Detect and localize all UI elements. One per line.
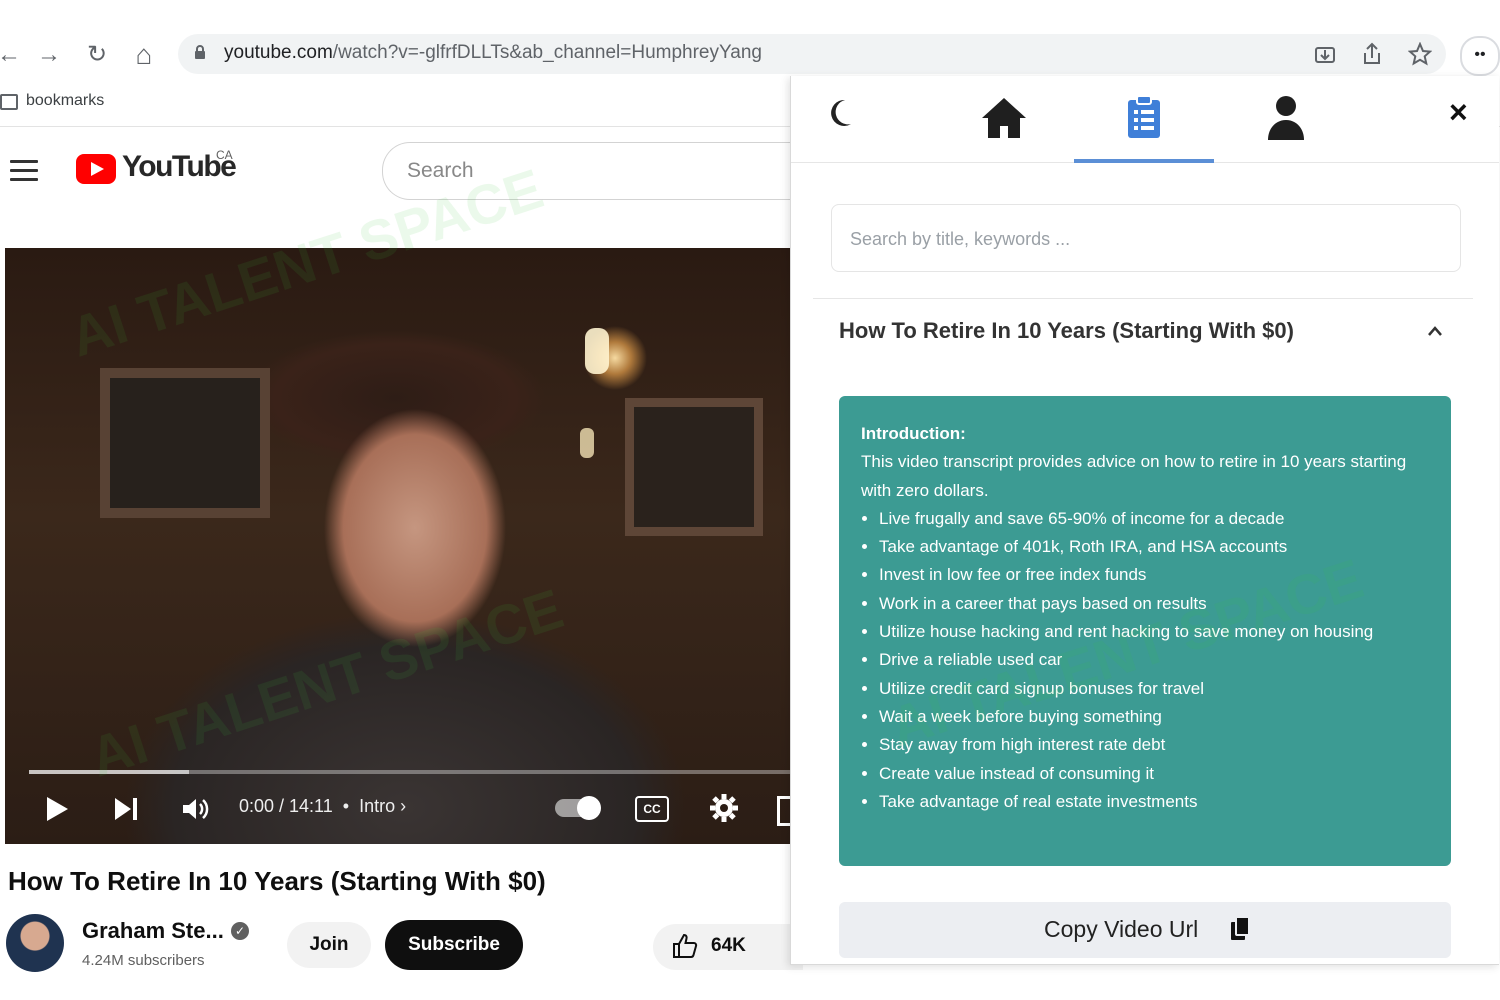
time-display: 0:00 / 14:11 • Intro › bbox=[239, 796, 407, 816]
summary-bullet-list: Live frugally and save 65-90% of income … bbox=[861, 505, 1431, 816]
next-icon[interactable] bbox=[113, 796, 139, 827]
menu-icon[interactable] bbox=[10, 160, 38, 187]
channel-avatar[interactable] bbox=[6, 914, 64, 972]
thumbs-up-icon bbox=[671, 932, 699, 967]
time-text: 0:00 / 14:11 bbox=[239, 796, 333, 816]
like-button[interactable]: 64K bbox=[653, 924, 803, 970]
join-button[interactable]: Join bbox=[287, 922, 371, 968]
tab-profile[interactable] bbox=[1216, 76, 1356, 162]
wall-frame bbox=[625, 398, 763, 536]
copy-icon bbox=[1229, 916, 1250, 940]
chapter-chevron-icon[interactable]: › bbox=[400, 796, 406, 816]
youtube-logo-icon[interactable] bbox=[76, 154, 116, 184]
captions-icon[interactable]: CC bbox=[635, 796, 669, 822]
reload-icon[interactable]: ↻ bbox=[82, 40, 112, 70]
country-code: CA bbox=[216, 148, 233, 162]
tab-summaries[interactable] bbox=[1074, 76, 1214, 162]
share-icon[interactable] bbox=[1362, 42, 1382, 71]
home-icon[interactable]: ⌂ bbox=[129, 40, 159, 70]
settings-gear-icon[interactable] bbox=[709, 793, 739, 828]
summary-search-field[interactable] bbox=[831, 204, 1461, 272]
video-player[interactable]: 0:00 / 14:11 • Intro › CC bbox=[5, 248, 795, 844]
verified-icon: ✓ bbox=[231, 922, 249, 940]
list-item: Utilize credit card signup bonuses for t… bbox=[879, 675, 1431, 703]
list-item: Create value instead of consuming it bbox=[879, 760, 1431, 788]
bookmark-star-icon[interactable] bbox=[1407, 41, 1433, 71]
wall-frame bbox=[100, 368, 270, 518]
summary-item-title[interactable]: How To Retire In 10 Years (Starting With… bbox=[839, 318, 1294, 344]
youtube-search-placeholder: Search bbox=[407, 159, 474, 182]
lamp-light bbox=[580, 428, 594, 458]
url-host: youtube.com bbox=[224, 42, 333, 63]
lamp-light bbox=[585, 328, 609, 374]
buffered-bar bbox=[29, 770, 189, 774]
lock-icon[interactable] bbox=[194, 44, 206, 60]
list-item: Utilize house hacking and rent hacking t… bbox=[879, 618, 1431, 646]
progress-bar[interactable] bbox=[29, 770, 795, 774]
summary-search-input[interactable] bbox=[848, 223, 1442, 255]
tab-home[interactable] bbox=[934, 76, 1074, 162]
subscribe-button[interactable]: Subscribe bbox=[385, 920, 523, 970]
list-item: Work in a career that pays based on resu… bbox=[879, 590, 1431, 618]
copy-video-url-label: Copy Video Url bbox=[1044, 916, 1199, 942]
summary-card: Introduction: This video transcript prov… bbox=[839, 396, 1451, 866]
list-item: Live frugally and save 65-90% of income … bbox=[879, 505, 1431, 533]
list-item: Take advantage of 401k, Roth IRA, and HS… bbox=[879, 533, 1431, 561]
folder-icon bbox=[0, 94, 18, 110]
collapse-chevron-icon[interactable] bbox=[1427, 320, 1443, 343]
list-item: Drive a reliable used car bbox=[879, 646, 1431, 674]
url-path: /watch?v=-glfrfDLLTs&ab_channel=Humphrey… bbox=[332, 42, 762, 63]
play-icon[interactable] bbox=[45, 796, 69, 827]
list-item: Stay away from high interest rate debt bbox=[879, 731, 1431, 759]
summary-heading: Introduction: bbox=[861, 424, 966, 443]
forward-icon[interactable]: → bbox=[34, 40, 64, 70]
panel-tab-bar: × bbox=[791, 76, 1499, 163]
copy-video-url-button[interactable]: Copy Video Url bbox=[839, 902, 1451, 958]
back-icon[interactable]: ← bbox=[0, 40, 24, 70]
youtube-search-input[interactable]: Search bbox=[382, 142, 823, 200]
volume-icon[interactable] bbox=[181, 796, 211, 827]
video-title: How To Retire In 10 Years (Starting With… bbox=[8, 866, 546, 896]
summary-extension-panel: × How To Retire In 10 Years (Starting Wi… bbox=[790, 76, 1499, 965]
subscriber-count: 4.24M subscribers bbox=[82, 952, 205, 969]
divider bbox=[813, 298, 1473, 299]
summary-intro: This video transcript provides advice on… bbox=[861, 452, 1407, 500]
active-tab-indicator bbox=[1074, 159, 1214, 163]
autoplay-toggle[interactable] bbox=[555, 796, 601, 820]
bookmarks-folder[interactable]: bookmarks bbox=[26, 92, 104, 120]
url-text[interactable]: youtube.com/watch?v=-glfrfDLLTs&ab_chann… bbox=[224, 42, 762, 64]
dark-mode-moon-icon[interactable] bbox=[827, 98, 853, 133]
close-icon[interactable]: × bbox=[1449, 94, 1468, 131]
channel-name[interactable]: Graham Ste... bbox=[82, 918, 224, 944]
install-app-icon[interactable] bbox=[1314, 44, 1336, 71]
chapter-label[interactable]: Intro bbox=[359, 796, 395, 816]
like-count: 64K bbox=[711, 935, 746, 956]
list-item: Invest in low fee or free index funds bbox=[879, 561, 1431, 589]
list-item: Take advantage of real estate investment… bbox=[879, 788, 1431, 816]
extension-icon[interactable]: •• bbox=[1460, 36, 1500, 76]
list-item: Wait a week before buying something bbox=[879, 703, 1431, 731]
